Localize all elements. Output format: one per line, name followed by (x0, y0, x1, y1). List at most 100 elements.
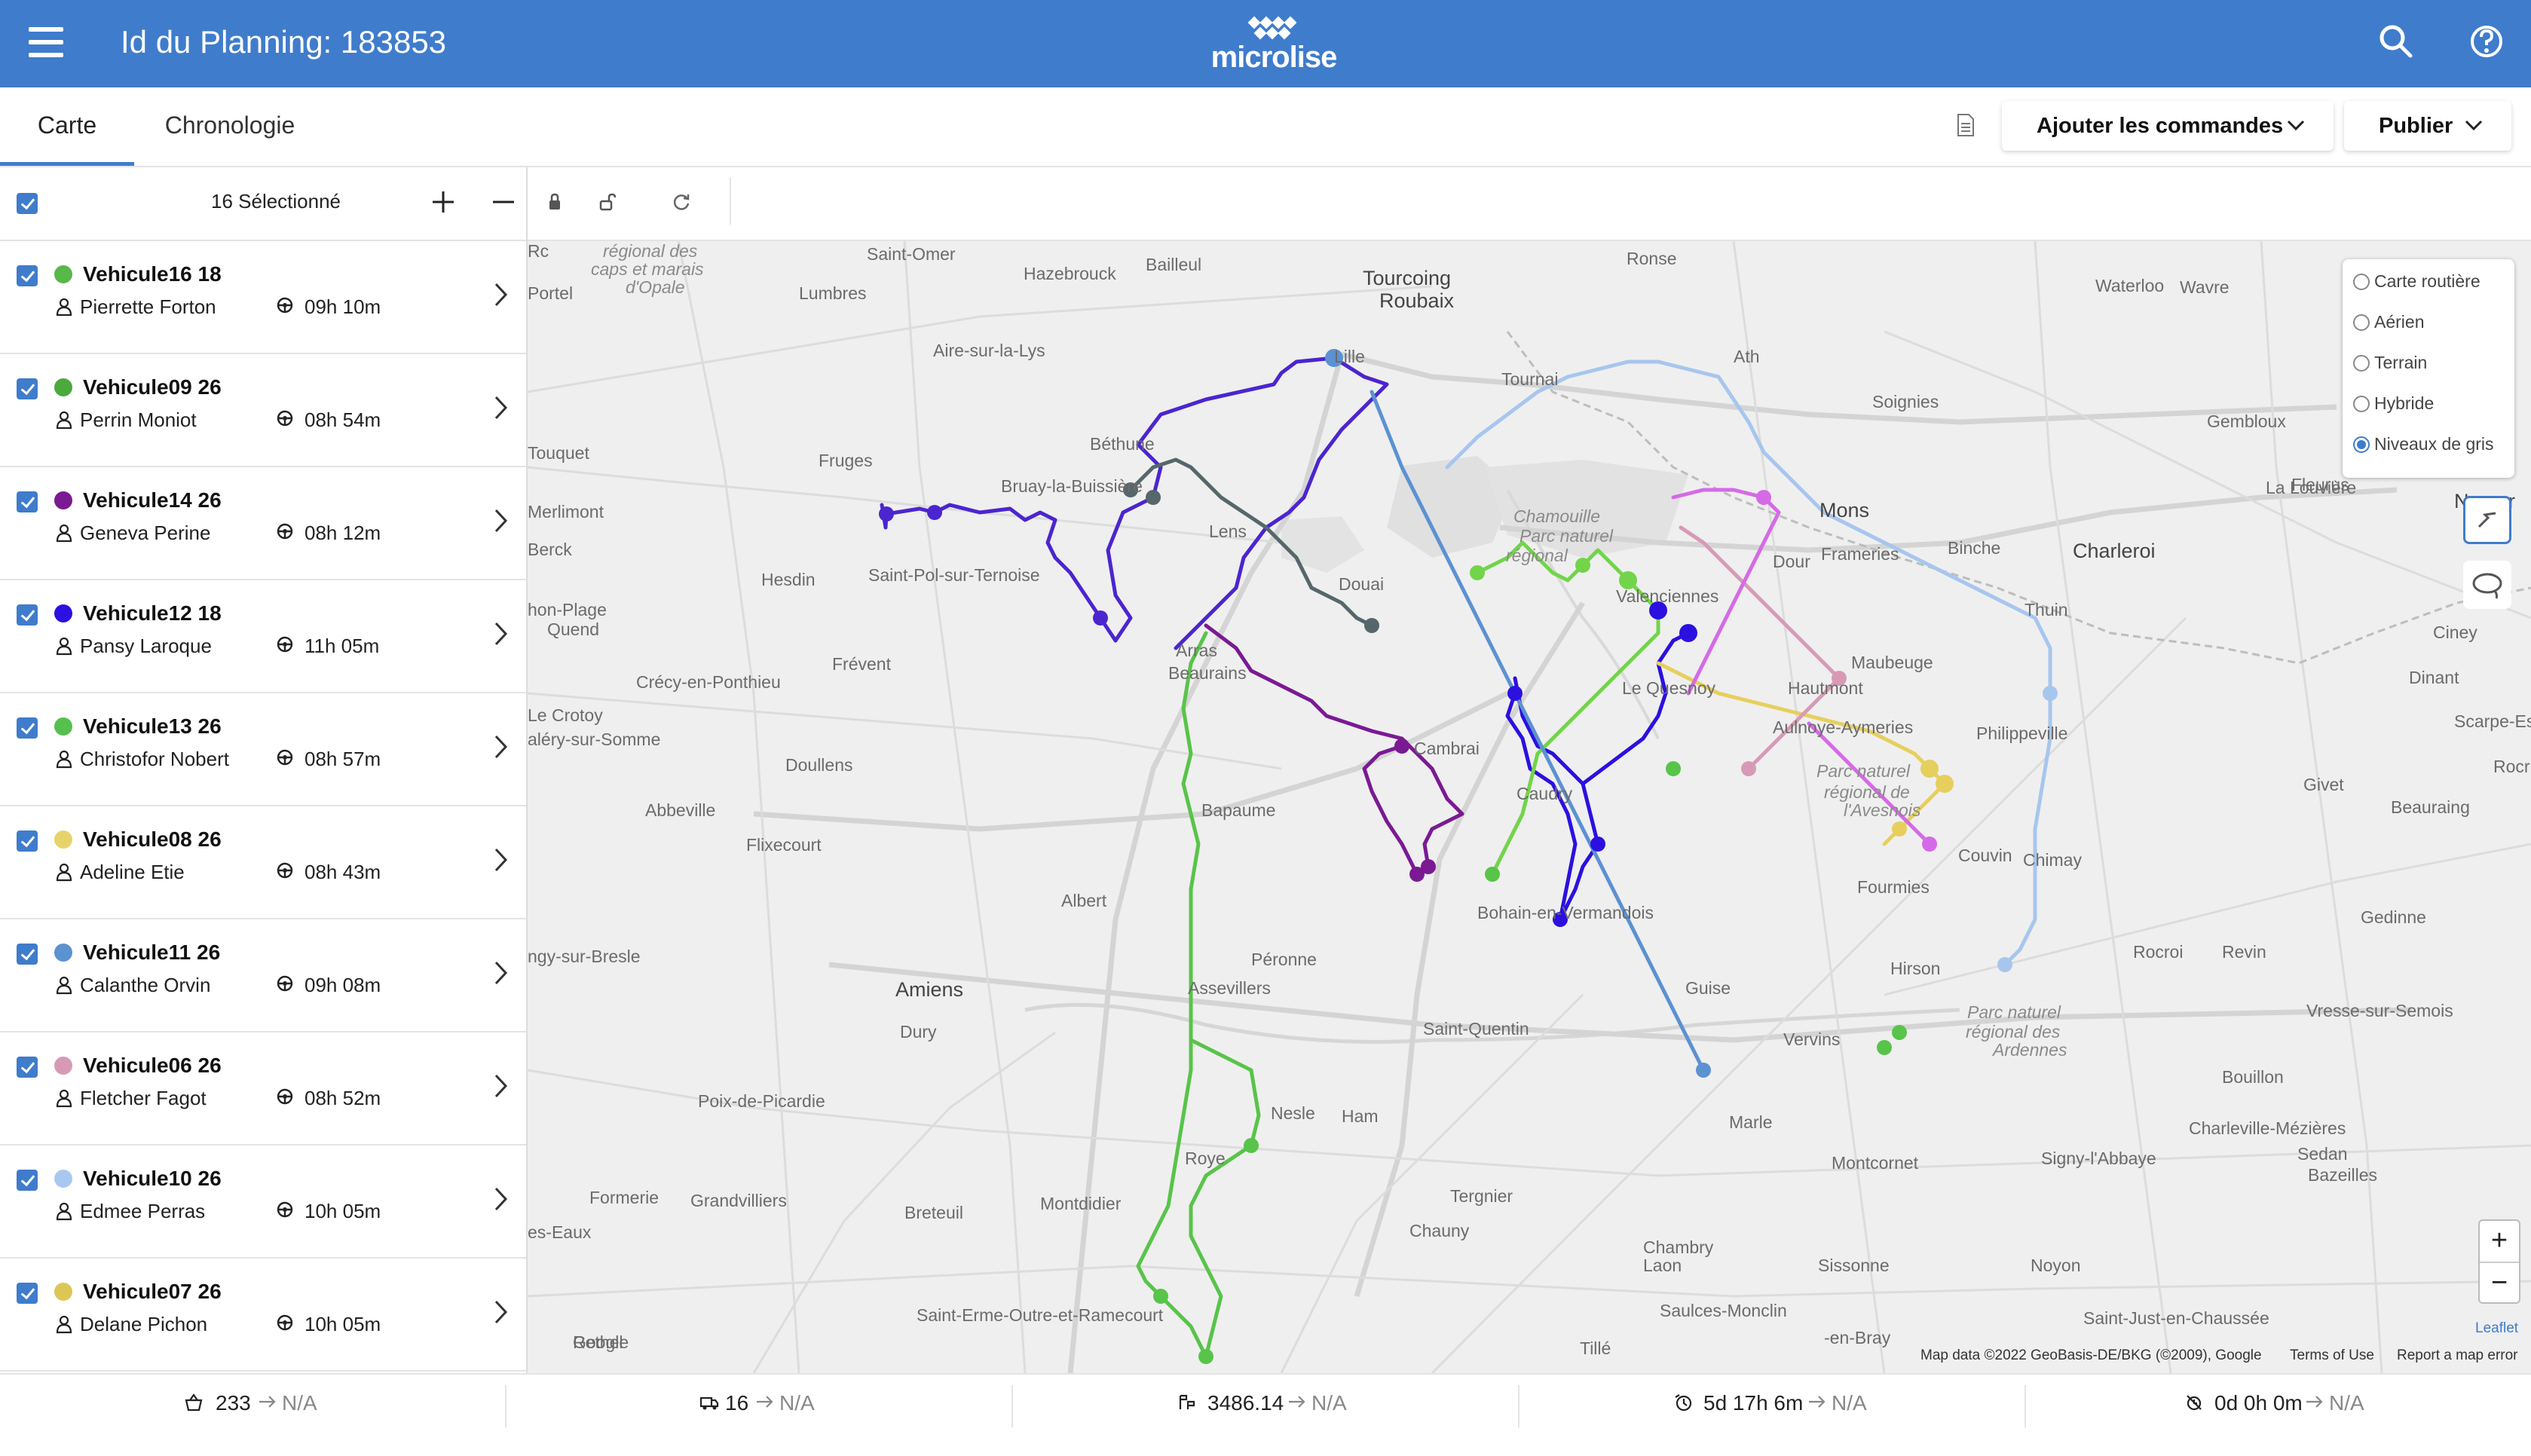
map-place-label: Charleroi (2073, 540, 2156, 562)
unlock-icon[interactable] (597, 191, 618, 213)
vehicle-row[interactable]: Vehicule13 26 Christofor Nobert 08h 57m (0, 692, 526, 806)
add-icon[interactable] (428, 187, 458, 217)
vehicle-checkbox[interactable] (17, 378, 38, 399)
vehicle-color-dot (54, 378, 72, 396)
vehicle-row[interactable]: Vehicule12 18 Pansy Laroque 11h 05m (0, 579, 526, 693)
drive-time: 09h 08m (305, 974, 381, 996)
steering-wheel-icon (277, 862, 293, 879)
map-place-label: régional de (1824, 782, 1910, 802)
map-place-label: Saint-Omer (867, 244, 956, 264)
search-icon[interactable] (2374, 20, 2418, 63)
vehicle-checkbox[interactable] (17, 604, 38, 626)
select-all-checkbox[interactable] (17, 193, 38, 214)
stat-value: 0d 0h 0m (2214, 1391, 2303, 1415)
map-place-label: Frévent (832, 654, 891, 674)
layer-option-aerien[interactable]: Aérien (2353, 312, 2424, 332)
layer-option-hybride[interactable]: Hybride (2353, 393, 2434, 414)
steering-wheel-icon (277, 636, 293, 653)
vehicle-color-dot (54, 265, 72, 283)
vehicle-row[interactable]: Vehicule16 18 Pierrette Forton 09h 10m (0, 240, 526, 354)
map-place-label: Le Quesnoy (1622, 678, 1716, 698)
vehicle-row[interactable]: Vehicule08 26 Adeline Etie 08h 43m (0, 805, 526, 919)
chevron-right-icon[interactable] (493, 1073, 508, 1099)
map-place-label: Parc naturel (1520, 526, 1614, 546)
chevron-right-icon[interactable] (493, 508, 508, 534)
steering-wheel-icon (277, 1201, 293, 1218)
steering-wheel-icon (277, 523, 293, 540)
vehicle-color-dot (54, 944, 72, 962)
help-icon[interactable] (2465, 20, 2508, 63)
page-title: Id du Planning: 183853 (121, 24, 447, 60)
chevron-right-icon[interactable] (493, 1299, 508, 1325)
vehicle-checkbox[interactable] (17, 1057, 38, 1078)
stat-value: 233 (216, 1391, 251, 1415)
vehicle-name: Vehicule08 26 (83, 827, 222, 851)
tab-chronologie[interactable]: Chronologie (143, 87, 317, 166)
vehicle-row[interactable]: Vehicule07 26 Delane Pichon 10h 05m (0, 1257, 526, 1372)
vehicle-checkbox[interactable] (17, 717, 38, 739)
chevron-right-icon[interactable] (493, 282, 508, 307)
map-place-label: Scarpe-Escaut (2454, 711, 2531, 731)
driver-name: Geneva Perine (80, 522, 211, 544)
stat-target: N/A (779, 1391, 815, 1415)
vehicle-row[interactable]: Vehicule11 26 Calanthe Orvin 09h 08m (0, 918, 526, 1032)
chevron-right-icon[interactable] (493, 621, 508, 647)
radio-icon (2353, 396, 2370, 412)
vehicle-checkbox[interactable] (17, 830, 38, 852)
route-draw-button[interactable] (2463, 496, 2511, 544)
footer-stats: 233 N/A 16 N/A 3486.14 N/A 5d 17h 6m N/A… (0, 1373, 2531, 1456)
map-place-label: régional des (603, 241, 698, 261)
chevron-right-icon[interactable] (493, 847, 508, 873)
terms-link[interactable]: Terms of Use (2290, 1347, 2374, 1364)
map-place-label: Grandvilliers (690, 1191, 787, 1210)
map-place-label: aléry-sur-Somme (528, 730, 661, 749)
remove-icon[interactable] (488, 187, 519, 217)
menu-icon[interactable] (29, 27, 63, 57)
layer-option-carte-routiere[interactable]: Carte routière (2353, 271, 2481, 292)
vehicle-checkbox[interactable] (17, 944, 38, 965)
steering-wheel-icon (277, 749, 293, 766)
chevron-right-icon[interactable] (493, 960, 508, 986)
stat-vehicles: 16 N/A (507, 1375, 1011, 1456)
map-place-label: Montdidier (1040, 1194, 1122, 1213)
publish-button[interactable]: Publier (2344, 101, 2511, 151)
vehicle-row[interactable]: Vehicule10 26 Edmee Perras 10h 05m (0, 1144, 526, 1259)
map-place-label: Ath (1734, 347, 1760, 366)
map-place-label: Caudry (1516, 784, 1573, 803)
add-orders-button[interactable]: Ajouter les commandes (2002, 101, 2334, 151)
map-place-label: Portel (528, 283, 574, 303)
vehicle-checkbox[interactable] (17, 491, 38, 512)
tab-carte[interactable]: Carte (0, 87, 134, 166)
chevron-right-icon[interactable] (493, 395, 508, 421)
drive-time: 08h 57m (305, 748, 381, 770)
vehicle-name: Vehicule09 26 (83, 375, 222, 399)
map-place-label: Laon (1643, 1256, 1682, 1275)
zoom-in-button[interactable]: + (2480, 1221, 2519, 1263)
layer-option-niveaux-de-gris[interactable]: Niveaux de gris (2353, 434, 2494, 454)
report-map-error-link[interactable]: Report a map error (2397, 1347, 2518, 1364)
map-place-label: Guise (1685, 978, 1731, 998)
chevron-right-icon[interactable] (493, 1186, 508, 1212)
driver-name: Edmee Perras (80, 1200, 206, 1222)
document-icon[interactable] (1957, 113, 1975, 137)
vehicle-checkbox[interactable] (17, 1170, 38, 1191)
layer-option-terrain[interactable]: Terrain (2353, 353, 2427, 373)
chevron-right-icon[interactable] (493, 734, 508, 760)
stat-value: 3486.14 (1207, 1391, 1284, 1415)
selection-count: 16 Sélectionné (211, 190, 341, 213)
lock-icon[interactable] (544, 191, 565, 213)
map-canvas[interactable]: régional des caps et marais d'Opale Saint-O… (528, 241, 2531, 1373)
lasso-button[interactable] (2463, 561, 2511, 609)
refresh-icon[interactable] (671, 191, 692, 213)
map-place-label: Roye (1185, 1149, 1226, 1168)
map-place-label: Tillé (1580, 1338, 1611, 1358)
vehicle-row[interactable]: Vehicule06 26 Fletcher Fagot 08h 52m (0, 1031, 526, 1146)
vehicle-checkbox[interactable] (17, 1283, 38, 1304)
vehicle-row[interactable]: Vehicule14 26 Geneva Perine 08h 12m (0, 466, 526, 580)
leaflet-link[interactable]: Leaflet (2475, 1320, 2518, 1337)
zoom-out-button[interactable]: − (2480, 1263, 2519, 1304)
map-place-label: Bazeilles (2308, 1165, 2378, 1185)
vehicle-color-dot (54, 1170, 72, 1188)
vehicle-checkbox[interactable] (17, 265, 38, 286)
vehicle-row[interactable]: Vehicule09 26 Perrin Moniot 08h 54m (0, 353, 526, 467)
